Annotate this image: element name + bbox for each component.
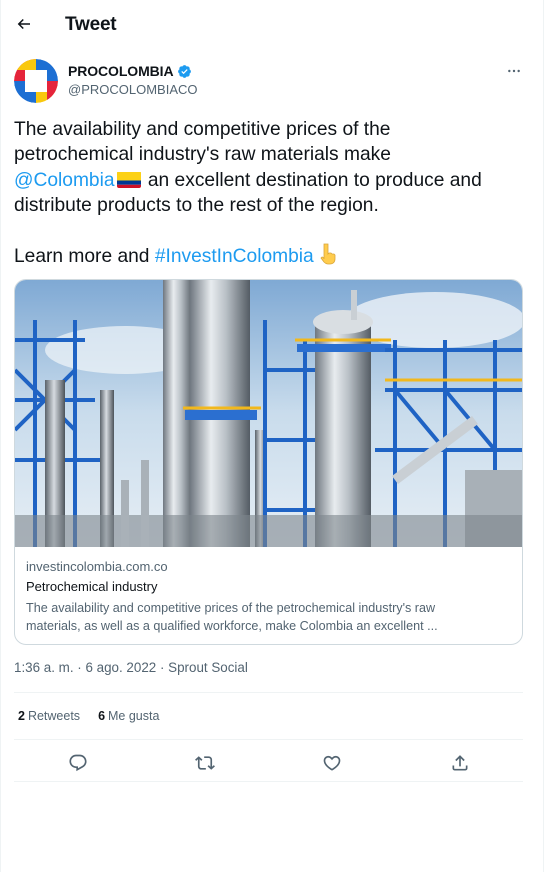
avatar[interactable] <box>14 59 58 103</box>
tweet-line: Learn more and #InvestInColombia <box>14 243 529 272</box>
verified-badge-icon <box>178 64 192 78</box>
like-icon <box>323 755 341 771</box>
page-title: Tweet <box>65 14 117 35</box>
likes-count: 6 <box>98 709 106 723</box>
card-description: The availability and competitive prices … <box>26 599 506 635</box>
author-handle[interactable]: @PROCOLOMBIACO <box>68 82 198 97</box>
author-name-row[interactable]: PROCOLOMBIA <box>68 63 192 79</box>
author-display-name[interactable]: PROCOLOMBIA <box>68 63 174 79</box>
card-description-line: The availability and competitive prices … <box>26 601 436 615</box>
retweets-label: Retweets <box>27 709 81 723</box>
refinery-photo <box>15 280 522 547</box>
procolombia-logo <box>14 59 58 103</box>
mention-link[interactable]: @Colombia <box>14 170 115 191</box>
card-image <box>15 280 522 547</box>
tweet-date[interactable]: 6 ago. 2022 <box>85 660 156 675</box>
divider <box>14 739 523 740</box>
top-bar: Tweet <box>1 0 544 50</box>
learn-more-text: Learn more and <box>14 245 150 267</box>
card-title: Petrochemical industry <box>26 579 158 594</box>
hashtag-link[interactable]: #InvestInColombia <box>155 246 314 267</box>
link-preview-card[interactable]: investincolombia.com.co Petrochemical in… <box>14 279 523 645</box>
tweet-line: The availability and competitive prices … <box>14 119 391 140</box>
back-arrow-icon <box>17 18 30 30</box>
tweet-source[interactable]: Sprout Social <box>168 660 248 675</box>
card-domain: investincolombia.com.co <box>26 559 168 574</box>
tweet-stats: 2 Retweets 6 Me gusta <box>18 709 159 723</box>
tweet-time[interactable]: 1:36 a. m. <box>14 660 74 675</box>
retweet-button[interactable] <box>192 750 218 776</box>
meta-separator: · <box>159 660 165 675</box>
retweets-count: 2 <box>18 709 25 723</box>
more-icon <box>508 69 520 73</box>
retweet-icon <box>195 756 215 770</box>
tweet-actions <box>14 744 523 780</box>
retweets-stat[interactable]: 2 Retweets <box>18 709 80 723</box>
like-button[interactable] <box>319 750 345 776</box>
divider <box>14 692 523 693</box>
more-options-button[interactable] <box>500 60 528 82</box>
divider <box>14 781 523 782</box>
colombia-flag-emoji <box>116 171 141 188</box>
tweet-line: petrochemical industry's raw materials m… <box>14 144 391 166</box>
card-description-line: materials, as well as a qualified workfo… <box>26 619 438 633</box>
tweet-text: The availability and competitive prices … <box>14 117 529 272</box>
share-button[interactable] <box>447 750 473 776</box>
tweet-line: distribute products to the rest of the r… <box>14 195 379 217</box>
tweet-line: @Colombia an excellent destination to pr… <box>14 168 529 193</box>
back-button[interactable] <box>9 9 39 39</box>
pointing-down-emoji <box>317 243 339 272</box>
share-icon <box>452 755 468 771</box>
tweet-text-fragment: an excellent destination to produce and <box>147 169 482 191</box>
reply-icon <box>69 754 87 772</box>
meta-separator: · <box>77 660 82 675</box>
likes-label: Me gusta <box>108 709 160 723</box>
reply-button[interactable] <box>65 750 91 776</box>
likes-stat[interactable]: 6 Me gusta <box>98 709 159 723</box>
tweet-meta: 1:36 a. m. · 6 ago. 2022 · Sprout Social <box>14 660 248 675</box>
tweet-page: Tweet PROCOLOMBIA @PROCOLOMBIACO The ava… <box>0 0 544 872</box>
